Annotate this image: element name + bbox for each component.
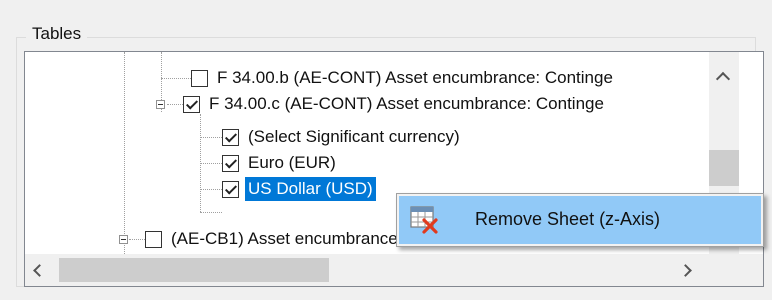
item-checkbox[interactable]	[222, 180, 239, 198]
tree-item[interactable]: F 34.00.b (AE-CONT) Asset encumbrance: C…	[191, 65, 616, 91]
horizontal-scroll-thumb[interactable]	[59, 258, 329, 282]
vertical-scroll-thumb[interactable]	[709, 150, 739, 186]
scroll-right-icon[interactable]	[679, 264, 692, 277]
tree-item-label: Euro (EUR)	[248, 153, 336, 172]
item-checkbox[interactable]	[222, 128, 239, 146]
scroll-left-icon[interactable]	[33, 264, 46, 277]
tree-item[interactable]: (AE-CB1) Asset encumbrance	[145, 226, 401, 252]
scroll-up-icon[interactable]	[715, 71, 731, 87]
horizontal-scrollbar[interactable]	[25, 254, 739, 286]
item-checkbox[interactable]	[183, 95, 200, 113]
menu-item-label: Remove Sheet (z-Axis)	[475, 209, 661, 229]
context-menu: Remove Sheet (z-Axis)	[396, 193, 764, 247]
tables-group-title: Tables	[26, 24, 88, 44]
tree-guide-line	[124, 52, 125, 254]
item-checkbox[interactable]	[191, 69, 208, 87]
item-checkbox[interactable]	[222, 154, 239, 172]
tree-guide-line	[167, 104, 183, 105]
tables-tree-view[interactable]: F 34.00.b (AE-CONT) Asset encumbrance: C…	[24, 51, 764, 287]
remove-sheet-icon	[410, 206, 438, 234]
tree-item-label: F 34.00.b (AE-CONT) Asset encumbrance: C…	[217, 68, 613, 87]
tree-guide-line	[161, 78, 191, 79]
tree-item-selected[interactable]: US Dollar (USD)	[222, 176, 376, 202]
collapse-toggle[interactable]	[119, 235, 128, 244]
collapse-toggle[interactable]	[156, 100, 165, 109]
tree-item-label: (AE-CB1) Asset encumbrance	[171, 229, 398, 248]
tree-item-label: US Dollar (USD)	[245, 177, 376, 201]
tree-item-label: (Select Significant currency)	[248, 127, 460, 146]
remove-sheet-menu-item[interactable]: Remove Sheet (z-Axis)	[399, 196, 761, 244]
tree-guide-line	[200, 137, 222, 138]
tree-guide-line	[200, 212, 222, 213]
tree-item[interactable]: F 34.00.c (AE-CONT) Asset encumbrance: C…	[183, 91, 607, 117]
tree-item-label: F 34.00.c (AE-CONT) Asset encumbrance: C…	[209, 94, 604, 113]
item-checkbox[interactable]	[145, 230, 162, 248]
scrollbar-corner	[739, 254, 763, 286]
tree-item[interactable]: Euro (EUR)	[222, 150, 339, 176]
tree-guide-line	[200, 163, 222, 164]
tree-guide-line	[129, 239, 145, 240]
tree-item[interactable]: (Select Significant currency)	[222, 124, 463, 150]
tree-guide-line	[200, 189, 222, 190]
